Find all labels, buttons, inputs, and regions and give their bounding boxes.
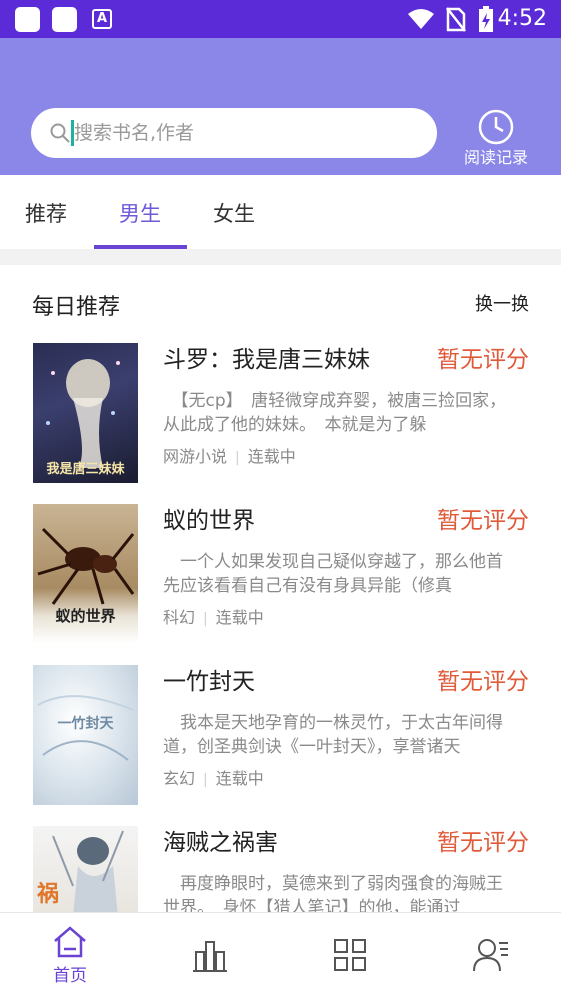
notification-icon: [52, 7, 77, 32]
cover-title-text: 一竹封天: [57, 716, 114, 732]
clock-icon: [478, 109, 514, 145]
status-time: 4:52: [497, 6, 547, 31]
category-tabs: 推荐 男生 女生: [0, 175, 561, 249]
search-input[interactable]: 搜索书名,作者: [31, 108, 437, 158]
search-placeholder: 搜索书名,作者: [74, 122, 195, 144]
category-icon: [334, 939, 366, 971]
notification-a-icon: A: [92, 9, 112, 29]
meta-separator: |: [235, 450, 240, 466]
wifi-icon: [408, 9, 434, 29]
book-rating: 暂无评分: [437, 508, 529, 534]
book-status: 连载中: [215, 769, 264, 788]
search-icon: [50, 123, 70, 143]
nav-category[interactable]: [305, 925, 395, 995]
section-title: 每日推荐: [32, 295, 121, 320]
cover-title-text: 我是唐三妹妹: [46, 462, 125, 477]
cover-title-text: 蚁的世界: [55, 607, 116, 625]
book-category: 网游小说: [163, 447, 228, 466]
cover-art: [37, 527, 135, 605]
book-rating: 暂无评分: [437, 347, 529, 373]
meta-separator: |: [203, 772, 208, 788]
book-item[interactable]: 一竹封天 一竹封天 暂无评分 我本是天地孕育的一株灵竹，于太古年间得道，创圣典剑…: [0, 665, 561, 815]
cover-title-text: 祸: [37, 882, 60, 907]
nav-profile[interactable]: [446, 925, 536, 995]
bottom-navigation: 首页: [0, 912, 561, 1000]
book-title[interactable]: 斗罗：我是唐三妹妹: [163, 345, 370, 375]
nav-home[interactable]: 首页: [25, 925, 115, 995]
book-status: 连载中: [247, 447, 296, 466]
book-description: 一个人如果发现自己疑似穿越了，那么他首先应该看看自己有没有身具异能（修真: [163, 552, 503, 596]
reading-history-button[interactable]: 阅读记录: [456, 108, 536, 168]
book-cover[interactable]: 我是唐三妹妹: [33, 343, 138, 483]
book-title[interactable]: 海贼之祸害: [163, 828, 278, 858]
reading-history-label: 阅读记录: [463, 148, 528, 167]
book-item[interactable]: 祸 海贼之祸害 暂无评分 再度睁眼时，莫德来到了弱肉强食的海贼王世界。 身怀【猎…: [0, 826, 561, 912]
meta-separator: |: [203, 611, 208, 627]
book-status: 连载中: [215, 608, 264, 627]
bookshelf-icon: [193, 941, 227, 972]
tab-male[interactable]: 男生: [119, 201, 161, 227]
book-cover[interactable]: 蚁的世界: [33, 504, 138, 644]
tab-female[interactable]: 女生: [213, 201, 255, 227]
book-title[interactable]: 蚁的世界: [163, 506, 255, 536]
book-item[interactable]: 蚁的世界 蚁的世界 暂无评分 一个人如果发现自己疑似穿越了，那么他首先应该看看自…: [0, 504, 561, 654]
book-title[interactable]: 一竹封天: [163, 667, 255, 697]
nav-bookshelf[interactable]: [165, 925, 255, 995]
home-icon: [54, 926, 86, 958]
cover-art: [37, 695, 134, 761]
book-cover[interactable]: 一竹封天: [33, 665, 138, 805]
tab-recommend[interactable]: 推荐: [25, 201, 67, 227]
battery-charging-icon: [479, 6, 493, 32]
book-cover[interactable]: 祸: [33, 826, 138, 912]
book-meta: 网游小说 | 连载中: [163, 447, 296, 468]
section-divider: [0, 249, 561, 265]
no-sim-icon: [446, 7, 466, 32]
book-description: 再度睁眼时，莫德来到了弱肉强食的海贼王世界。 身怀【猎人笔记】的他，能通过: [163, 874, 503, 912]
book-meta: 玄幻 | 连载中: [163, 769, 264, 790]
nav-home-label: 首页: [53, 966, 87, 986]
book-rating: 暂无评分: [437, 830, 529, 856]
book-item[interactable]: 我是唐三妹妹 斗罗：我是唐三妹妹 暂无评分 【无cp】 唐轻微穿成弃婴，被唐三捡…: [0, 343, 561, 493]
book-rating: 暂无评分: [437, 669, 529, 695]
notification-icon: [15, 7, 40, 32]
book-category: 玄幻: [163, 769, 196, 788]
book-description: 我本是天地孕育的一株灵竹，于太古年间得道，创圣典剑诀《一叶封天》，享誉诸天: [163, 713, 503, 757]
header: 搜索书名,作者 阅读记录: [0, 38, 561, 175]
book-meta: 科幻 | 连载中: [163, 608, 264, 629]
book-category: 科幻: [163, 608, 196, 627]
book-description: 【无cp】 唐轻微穿成弃婴，被唐三捡回家，从此成了他的妹妹。 本就是为了躲: [163, 391, 507, 435]
refresh-button[interactable]: 换一换: [475, 293, 529, 317]
status-bar: A 4:52: [0, 0, 561, 38]
profile-icon: [473, 939, 508, 972]
